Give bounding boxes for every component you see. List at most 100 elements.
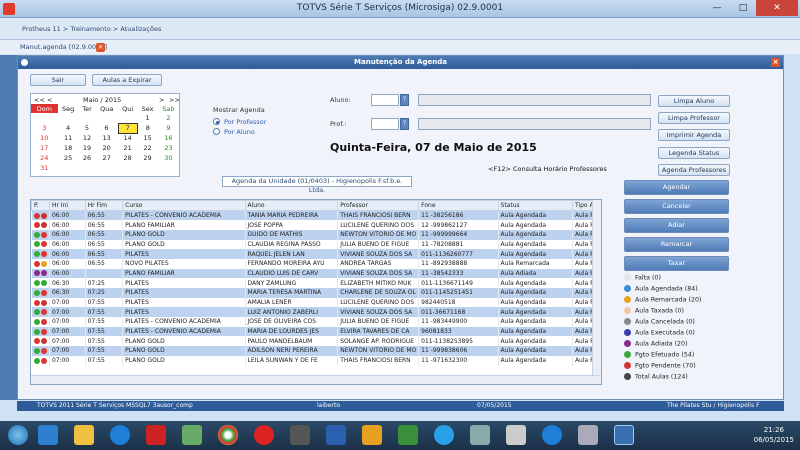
agenda-professores-button[interactable]: Agenda Professores bbox=[658, 164, 730, 176]
dialog-close-icon[interactable]: × bbox=[771, 58, 780, 67]
word-icon[interactable] bbox=[326, 425, 346, 445]
grid-vertical-scrollbar[interactable] bbox=[592, 200, 601, 384]
file-explorer-icon[interactable] bbox=[74, 425, 94, 445]
calendar-day[interactable]: 7 bbox=[117, 122, 138, 134]
calendar-day[interactable]: 2 bbox=[158, 113, 179, 123]
cancelar-button[interactable]: Cancelar bbox=[624, 199, 729, 214]
calendar-day[interactable]: 17 bbox=[31, 143, 58, 153]
radio-por-aluno[interactable] bbox=[213, 128, 220, 135]
column-header[interactable]: Status bbox=[497, 200, 573, 211]
calendar-day[interactable]: 23 bbox=[158, 143, 179, 153]
calendar-day[interactable]: 22 bbox=[137, 143, 158, 153]
totvs-icon[interactable] bbox=[542, 425, 562, 445]
table-row[interactable]: 07:00 07:55 PILATES AMALIA LENER LUCILENE QU… bbox=[31, 297, 601, 308]
calendar-day[interactable]: 28 bbox=[118, 153, 137, 163]
chrome-icon[interactable] bbox=[218, 425, 238, 445]
sair-button[interactable]: Sair bbox=[30, 74, 86, 86]
skype-icon[interactable] bbox=[434, 425, 454, 445]
breadcrumb[interactable]: Protheus 11 > Treinamento > Atualizações bbox=[22, 25, 161, 33]
table-row[interactable]: 07:00 07:55 PLANO GOLD PAULO MANDELBAUM SOLA… bbox=[31, 336, 601, 347]
grid-horizontal-scrollbar[interactable] bbox=[31, 375, 601, 384]
radio-por-professor[interactable] bbox=[213, 118, 220, 125]
next-month-button[interactable]: > bbox=[159, 96, 164, 104]
taxar-button[interactable]: Taxar bbox=[624, 256, 729, 271]
table-row[interactable]: 06:30 07:25 PILATES DANY ZAMLUNG ELIZABETH M… bbox=[31, 278, 601, 288]
column-header[interactable]: Aluno bbox=[244, 200, 339, 211]
calendar-day[interactable]: 15 bbox=[137, 133, 158, 143]
calendar-day[interactable]: 20 bbox=[95, 143, 118, 153]
column-header[interactable]: P. bbox=[31, 200, 50, 211]
table-row[interactable]: 06:00 PLANO FAMILIAR CLAUDIO LUIS DE CARV V… bbox=[31, 268, 601, 279]
calendar-day[interactable]: 25 bbox=[58, 153, 79, 163]
aluno-code-input[interactable] bbox=[371, 94, 399, 106]
calendar-day[interactable]: 14 bbox=[118, 133, 137, 143]
imprimir-agenda-button[interactable]: Imprimir Agenda bbox=[658, 129, 730, 141]
column-header[interactable]: Hr Ini bbox=[48, 200, 86, 211]
close-icon[interactable]: ✕ bbox=[756, 0, 798, 16]
limpa-professor-button[interactable]: Limpa Professor bbox=[658, 112, 730, 124]
calendar-day[interactable]: 8 bbox=[137, 123, 158, 133]
table-row[interactable]: 06:00 06:55 PLANO FAMILIAR JOSE POPPA LUCILE… bbox=[31, 220, 601, 230]
calendar-day[interactable]: 26 bbox=[79, 153, 96, 163]
calendar-day[interactable]: 16 bbox=[158, 133, 179, 143]
calendar-day[interactable]: 18 bbox=[58, 143, 79, 153]
internet-explorer-icon[interactable] bbox=[38, 425, 58, 445]
table-row[interactable]: 06:30 07:25 PILATES MARIA TERESA MARTINA CHA… bbox=[31, 288, 601, 298]
table-row[interactable]: 07:00 07:55 PLANO GOLD LEILA SUNWAN Y DE FE… bbox=[31, 355, 601, 366]
table-row[interactable]: 07:00 07:55 PILATES - CONVENIO ACADEMIA JOS… bbox=[31, 317, 601, 327]
legenda-status-button[interactable]: Legenda Status bbox=[658, 147, 730, 159]
app-icon-doc[interactable] bbox=[506, 425, 526, 445]
prev-year-button[interactable]: << bbox=[34, 96, 45, 104]
table-row[interactable]: 07:00 07:55 PILATES - CONVENIO ACADEMIA MAR… bbox=[31, 326, 601, 337]
maximize-icon[interactable]: □ bbox=[730, 0, 756, 16]
opera-icon[interactable] bbox=[254, 425, 274, 445]
calendar-day[interactable]: 4 bbox=[58, 123, 79, 133]
column-header[interactable]: Professor bbox=[337, 200, 420, 211]
agenda-unidade-tab[interactable]: Agenda da Unidade (01/0403) - Higienopol… bbox=[222, 176, 412, 194]
calendar-day[interactable]: 24 bbox=[31, 153, 58, 163]
calendar-day[interactable]: 11 bbox=[58, 133, 79, 143]
minimize-icon[interactable]: — bbox=[704, 0, 730, 16]
app-icon-misc[interactable] bbox=[578, 425, 598, 445]
calendar-day[interactable]: 13 bbox=[95, 133, 118, 143]
excel-icon[interactable] bbox=[398, 425, 418, 445]
app-icon-terminal[interactable] bbox=[290, 425, 310, 445]
table-row[interactable]: 07:00 07:55 PILATES LUIZ ANTONIO ZABERLI VIV… bbox=[31, 307, 601, 318]
limpa-aluno-button[interactable]: Limpa Aluno bbox=[658, 95, 730, 107]
calendar-day[interactable]: 9 bbox=[158, 123, 179, 133]
protheus-icon[interactable] bbox=[614, 425, 634, 445]
calendar-day[interactable]: 5 bbox=[79, 123, 96, 133]
network-icon[interactable] bbox=[470, 425, 490, 445]
column-header[interactable]: Curso bbox=[122, 200, 246, 211]
aluno-lookup-icon[interactable]: ? bbox=[400, 94, 409, 106]
filezilla-icon[interactable] bbox=[146, 425, 166, 445]
aulas-expirar-button[interactable]: Aulas a Expirar bbox=[92, 74, 162, 86]
calendar-day[interactable]: 1 bbox=[137, 113, 158, 123]
table-row[interactable]: 06:00 06:55 NOVO PILATES FERNANDO MOREIRA A… bbox=[31, 258, 601, 269]
calendar-day[interactable]: 31 bbox=[31, 163, 58, 173]
calendar-day[interactable]: 6 bbox=[95, 123, 118, 133]
calendar-day[interactable]: 19 bbox=[79, 143, 96, 153]
teamviewer-icon[interactable] bbox=[110, 425, 130, 445]
table-row[interactable]: 07:00 07:55 PLANO GOLD ADILSON NERI PEREIRA… bbox=[31, 346, 601, 356]
table-row[interactable]: 06:00 06:55 PILATES - CONVENIO ACADEMIA TAN… bbox=[31, 210, 601, 221]
column-header[interactable]: Hr Fim bbox=[84, 200, 124, 211]
calendar-day[interactable]: 29 bbox=[137, 153, 158, 163]
column-header[interactable]: Fone bbox=[418, 200, 499, 211]
prof-code-input[interactable] bbox=[371, 118, 399, 130]
close-tab-icon[interactable]: × bbox=[96, 43, 105, 52]
calendar-day[interactable]: 3 bbox=[31, 123, 58, 133]
tool-icon[interactable] bbox=[182, 425, 202, 445]
system-clock[interactable]: 21:26 06/05/2015 bbox=[754, 425, 794, 445]
table-row[interactable]: 06:00 06:55 PILATES RAQUEL JELEN LAN VIVIANE… bbox=[31, 249, 601, 259]
outlook-icon[interactable] bbox=[362, 425, 382, 445]
table-row[interactable]: 06:00 06:55 PLANO GOLD CLAUDIA REGINA PASSO… bbox=[31, 239, 601, 250]
calendar-day[interactable]: 30 bbox=[158, 153, 179, 163]
tab-manut-agenda[interactable]: Manut.agenda [02.9.0026] bbox=[20, 43, 107, 51]
remarcar-button[interactable]: Remarcar bbox=[624, 237, 729, 252]
prof-lookup-icon[interactable]: ? bbox=[400, 118, 409, 130]
adiar-button[interactable]: Adiar bbox=[624, 218, 729, 233]
calendar-day[interactable]: 21 bbox=[118, 143, 137, 153]
calendar-day[interactable]: 10 bbox=[31, 133, 58, 143]
agendar-button[interactable]: Agendar bbox=[624, 180, 729, 195]
